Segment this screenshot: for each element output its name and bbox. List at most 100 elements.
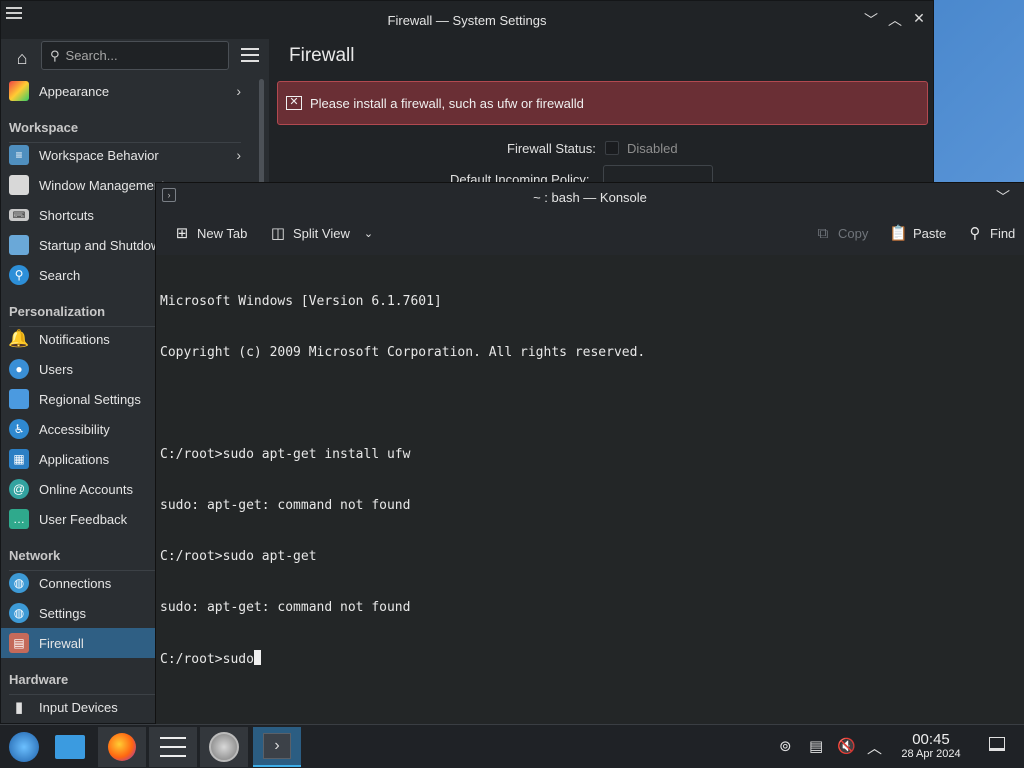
sidebar-item-label: Users bbox=[39, 361, 73, 377]
search-icon: ⚲ bbox=[50, 47, 60, 63]
paste-button[interactable]: 📋 Paste bbox=[889, 224, 946, 242]
keyboard-icon: ⌨ bbox=[9, 209, 29, 221]
taskbar-system-settings[interactable] bbox=[149, 727, 197, 767]
chevron-up-icon[interactable]: ︿ bbox=[867, 737, 882, 758]
firewall-status-label: Firewall Status: bbox=[507, 141, 596, 156]
regional-settings-icon bbox=[9, 389, 29, 409]
terminal-line: Copyright (c) 2009 Microsoft Corporation… bbox=[160, 345, 646, 360]
chevron-down-icon[interactable]: ⌄ bbox=[364, 227, 373, 240]
sidebar-item-label: Appearance bbox=[39, 83, 110, 99]
start-menu-button[interactable] bbox=[0, 727, 48, 767]
volume-muted-icon[interactable]: 🔇 bbox=[837, 737, 856, 755]
terminal-line: C:/root>sudo apt-get install ufw bbox=[160, 447, 411, 462]
konsole-titlebar[interactable]: › ~ : bash — Konsole ﹀ bbox=[156, 183, 1024, 211]
globe-icon: ◍ bbox=[9, 573, 29, 593]
search-icon: ⚲ bbox=[9, 265, 29, 285]
terminal-line: C:/root>sudo apt-get bbox=[160, 549, 317, 564]
sidebar-item-appearance[interactable]: Appearance › bbox=[1, 76, 255, 106]
compass-icon bbox=[209, 732, 239, 762]
bell-icon: 🔔 bbox=[8, 329, 30, 348]
find-button[interactable]: ⚲ Find bbox=[966, 224, 1016, 242]
taskbar-file-manager[interactable] bbox=[46, 727, 94, 767]
sidebar-item-label: Settings bbox=[39, 605, 86, 621]
sidebar-item-label: Applications bbox=[39, 451, 110, 467]
sidebar-scrollbar[interactable] bbox=[259, 79, 264, 199]
clipboard-icon[interactable]: ▤ bbox=[809, 737, 823, 755]
konsole-app-icon[interactable]: › bbox=[162, 188, 176, 202]
new-tab-label: New Tab bbox=[197, 225, 248, 241]
clock-date: 28 Apr 2024 bbox=[901, 748, 961, 760]
terminal-icon: › bbox=[263, 733, 291, 759]
konsole-toolbar: ⊞ New Tab ◫ Split View ⌄ ⧉ Copy 📋 Paste … bbox=[156, 211, 1024, 255]
sidebar-item-label: Online Accounts bbox=[39, 481, 133, 497]
terminal-line: sudo: apt-get: command not found bbox=[160, 498, 411, 513]
firefox-icon bbox=[108, 733, 136, 761]
chevron-right-icon: › bbox=[236, 147, 241, 163]
firewall-alert: ✕ Please install a firewall, such as ufw… bbox=[277, 81, 928, 125]
minimize-icon[interactable]: ﹀ bbox=[996, 187, 1010, 207]
terminal-output[interactable]: Microsoft Windows [Version 6.1.7601] Cop… bbox=[156, 255, 1024, 724]
search-icon: ⚲ bbox=[969, 225, 981, 242]
taskbar: › ⊚ ▤ 🔇 ︿ 00:45 28 Apr 2024 bbox=[0, 724, 1024, 768]
taskbar-konsole[interactable]: › bbox=[253, 727, 301, 767]
chevron-right-icon: › bbox=[236, 83, 241, 99]
sidebar-item-label: Connections bbox=[39, 575, 112, 591]
show-desktop-icon[interactable] bbox=[989, 737, 1005, 751]
firewall-icon: ▤ bbox=[9, 633, 29, 653]
page-title: Firewall bbox=[289, 45, 355, 66]
firewall-status-toggle[interactable]: Disabled bbox=[605, 141, 678, 156]
copy-button[interactable]: ⧉ Copy bbox=[814, 224, 869, 242]
taskbar-safari[interactable] bbox=[200, 727, 248, 767]
split-view-label: Split View bbox=[293, 225, 350, 241]
split-view-icon: ◫ bbox=[270, 225, 286, 242]
sidebar-item-label: Accessibility bbox=[39, 421, 110, 437]
split-view-button[interactable]: ◫ Split View ⌄ bbox=[269, 224, 373, 242]
taskbar-firefox[interactable] bbox=[98, 727, 146, 767]
applications-icon: ▦ bbox=[9, 449, 29, 469]
alert-text: Please install a firewall, such as ufw o… bbox=[310, 95, 584, 111]
terminal-line: sudo: apt-get: command not found bbox=[160, 600, 411, 615]
hamburger-menu-icon[interactable] bbox=[241, 48, 259, 66]
terminal-line: Microsoft Windows [Version 6.1.7601] bbox=[160, 294, 442, 309]
prompt-text: C:/root>sudo bbox=[160, 652, 254, 667]
search-field[interactable]: ⚲ bbox=[41, 41, 229, 70]
settings-titlebar[interactable]: Firewall — System Settings ﹀ ︿ ✕ bbox=[1, 1, 933, 39]
clock-time: 00:45 bbox=[912, 731, 950, 748]
search-input[interactable] bbox=[65, 48, 206, 63]
paste-icon: 📋 bbox=[889, 225, 908, 242]
minimize-icon[interactable]: ﹀ bbox=[863, 10, 879, 30]
copy-icon: ⧉ bbox=[817, 224, 829, 242]
mouse-icon: ▮ bbox=[14, 699, 24, 716]
text-cursor bbox=[253, 650, 261, 665]
sidebar-item-label: Shortcuts bbox=[39, 207, 94, 223]
home-icon[interactable]: ⌂ bbox=[9, 45, 35, 71]
firewall-status-value: Disabled bbox=[627, 141, 678, 156]
new-tab-icon: ⊞ bbox=[175, 225, 189, 242]
window-menu-icon[interactable] bbox=[6, 7, 22, 21]
terminal-prompt-line[interactable]: C:/root>sudo bbox=[160, 650, 1020, 668]
globe-icon: ◍ bbox=[9, 603, 29, 623]
sidebar-item-label: Startup and Shutdown bbox=[39, 237, 168, 253]
sidebar-item-label: Regional Settings bbox=[39, 391, 141, 407]
sidebar-item-label: Input Devices bbox=[39, 699, 118, 715]
new-tab-button[interactable]: ⊞ New Tab bbox=[173, 224, 248, 242]
section-workspace: Workspace bbox=[9, 120, 242, 143]
startup-icon bbox=[9, 235, 29, 255]
maximize-icon[interactable]: ︿ bbox=[887, 10, 903, 30]
sidebar-item-label: Firewall bbox=[39, 635, 84, 651]
close-icon[interactable]: ✕ bbox=[911, 10, 927, 30]
window-management-icon bbox=[9, 175, 29, 195]
firewall-status-checkbox[interactable] bbox=[605, 141, 619, 155]
network-update-icon[interactable]: ⊚ bbox=[779, 737, 792, 755]
konsole-window: › ~ : bash — Konsole ﹀ ⊞ New Tab ◫ Split… bbox=[155, 182, 1024, 724]
clock[interactable]: 00:45 28 Apr 2024 bbox=[888, 731, 974, 760]
find-label: Find bbox=[990, 225, 1016, 241]
section-personalization: Personalization bbox=[9, 304, 242, 327]
sidebar-item-workspace-behavior[interactable]: ≡ Workspace Behavior › bbox=[1, 140, 255, 170]
users-icon: ● bbox=[9, 359, 29, 379]
user-feedback-icon: … bbox=[9, 509, 29, 529]
sidebar-item-label: Workspace Behavior bbox=[39, 147, 159, 163]
settings-window-title: Firewall — System Settings bbox=[387, 12, 547, 28]
workspace-behavior-icon: ≡ bbox=[9, 145, 29, 165]
sidebar-item-label: Notifications bbox=[39, 331, 110, 347]
